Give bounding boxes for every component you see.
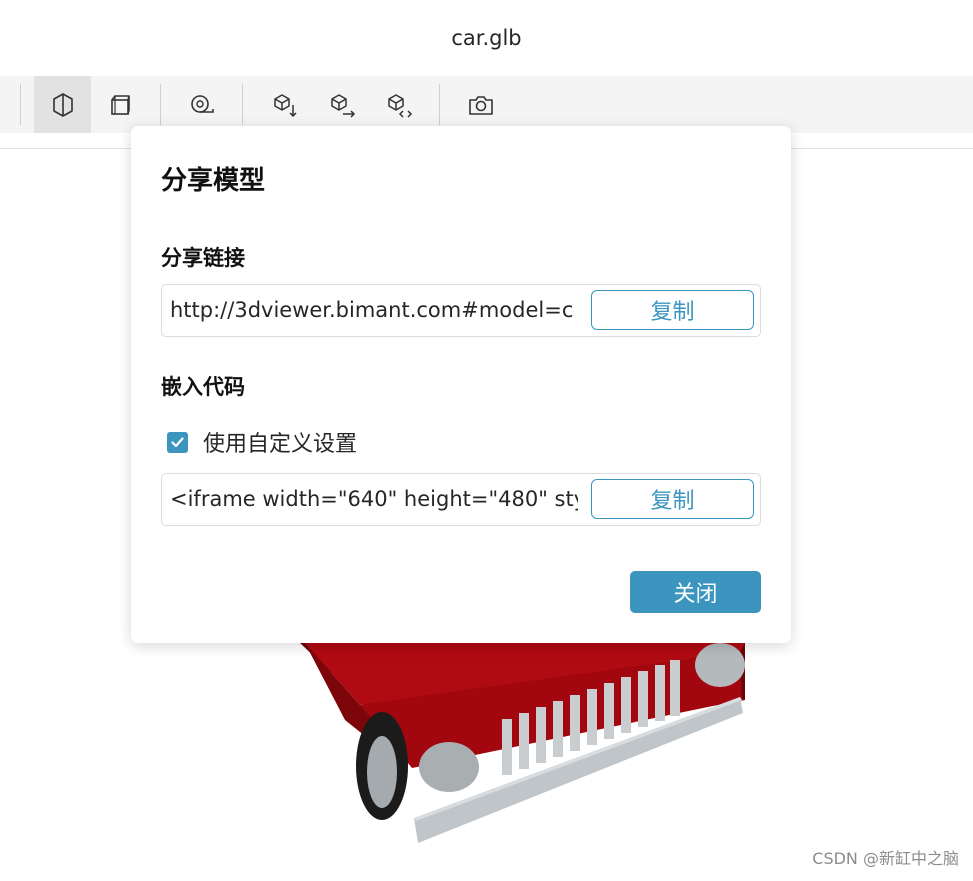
toolbar-separator xyxy=(242,84,243,125)
export-model-button[interactable] xyxy=(313,76,370,133)
window-title-bar: car.glb xyxy=(0,0,973,76)
export-model-icon xyxy=(330,93,355,118)
file-title: car.glb xyxy=(451,26,522,50)
embed-model-button[interactable] xyxy=(370,76,427,133)
wireframe-view-icon xyxy=(110,94,130,115)
import-model-icon xyxy=(273,93,297,117)
watermark: CSDN @新缸中之脑 xyxy=(812,849,959,868)
dialog-title: 分享模型 xyxy=(161,166,266,196)
import-model-button[interactable] xyxy=(256,76,313,133)
embed-code-field: <iframe width="640" height="480" sty 复制 xyxy=(161,473,761,526)
car-headlight-left xyxy=(419,742,479,792)
shaded-view-icon xyxy=(52,92,73,117)
custom-settings-label: 使用自定义设置 xyxy=(203,432,358,457)
custom-settings-checkbox[interactable] xyxy=(167,431,188,453)
toolbar xyxy=(0,76,973,133)
toolbar-separator xyxy=(160,84,161,125)
share-link-input[interactable]: http://3dviewer.bimant.com#model=c xyxy=(170,285,578,336)
shaded-view-button[interactable] xyxy=(34,76,91,133)
embed-code-heading: 嵌入代码 xyxy=(161,375,245,399)
embed-code-input[interactable]: <iframe width="640" height="480" sty xyxy=(170,474,578,525)
checkmark-icon xyxy=(171,436,184,447)
toolbar-separator xyxy=(439,84,440,125)
share-model-dialog: 分享模型 分享链接 http://3dviewer.bimant.com#mod… xyxy=(131,126,791,643)
car-headlight-right xyxy=(695,643,745,687)
copy-link-button[interactable]: 复制 xyxy=(591,290,754,330)
share-link-field: http://3dviewer.bimant.com#model=c 复制 xyxy=(161,284,761,337)
share-link-heading: 分享链接 xyxy=(161,246,245,270)
snapshot-button[interactable] xyxy=(452,76,509,133)
measure-tool-icon xyxy=(190,94,214,113)
custom-settings-row[interactable]: 使用自定义设置 xyxy=(167,426,357,458)
measure-tool-button[interactable] xyxy=(173,76,230,133)
embed-model-icon xyxy=(387,93,412,118)
close-button[interactable]: 关闭 xyxy=(630,571,761,613)
snapshot-icon xyxy=(468,95,493,115)
car-wheel-hub xyxy=(367,736,397,808)
toolbar-separator xyxy=(20,84,21,125)
wireframe-view-button[interactable] xyxy=(91,76,148,133)
copy-embed-button[interactable]: 复制 xyxy=(591,479,754,519)
